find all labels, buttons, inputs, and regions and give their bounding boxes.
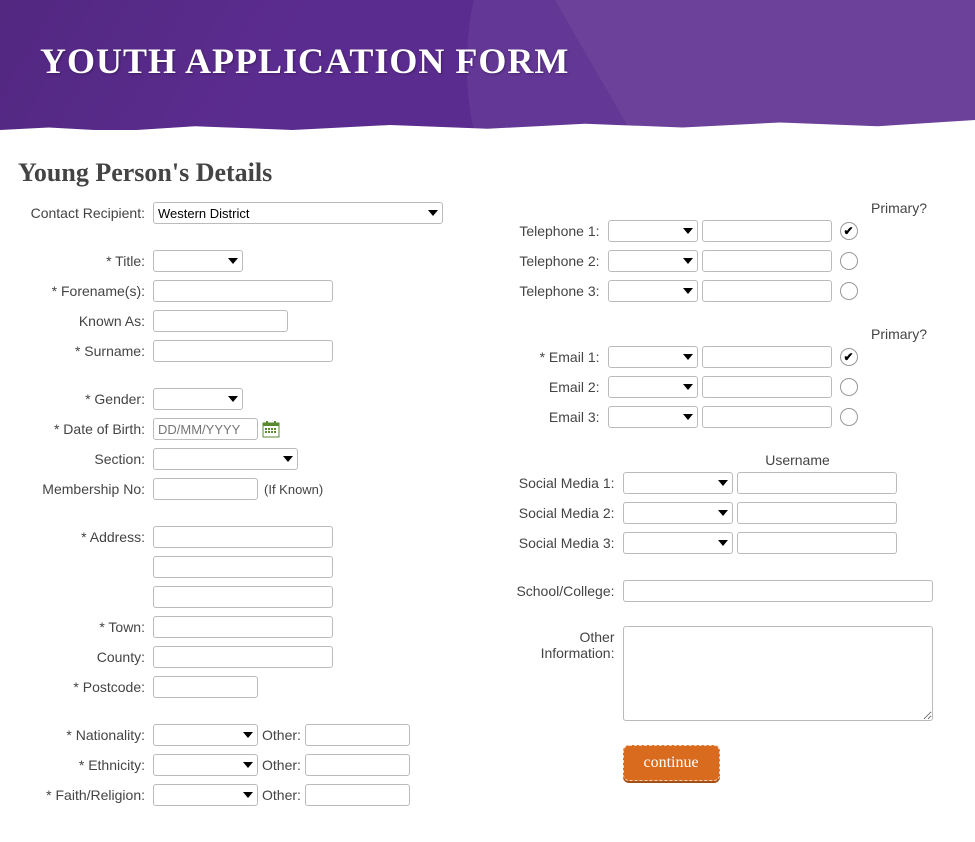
- ethnicity-label: * Ethnicity:: [18, 757, 153, 773]
- tel2-label: Telephone 2:: [508, 253, 608, 269]
- tel2-input[interactable]: [702, 250, 832, 272]
- section-title: Young Person's Details: [18, 158, 975, 188]
- left-column: Contact Recipient: Western District * Ti…: [18, 200, 468, 812]
- contact-recipient-select[interactable]: Western District: [153, 202, 443, 224]
- continue-button[interactable]: continue: [623, 745, 720, 781]
- section-label: Section:: [18, 451, 153, 467]
- county-input[interactable]: [153, 646, 333, 668]
- dob-label: * Date of Birth:: [18, 421, 153, 437]
- email1-input[interactable]: [702, 346, 832, 368]
- tel1-type-select[interactable]: [608, 220, 698, 242]
- surname-label: * Surname:: [18, 343, 153, 359]
- town-input[interactable]: [153, 616, 333, 638]
- sm2-input[interactable]: [737, 502, 897, 524]
- faith-select[interactable]: [153, 784, 258, 806]
- tel3-label: Telephone 3:: [508, 283, 608, 299]
- title-label: * Title:: [18, 253, 153, 269]
- sm2-label: Social Media 2:: [508, 505, 623, 521]
- membership-label: Membership No:: [18, 481, 153, 497]
- postcode-label: * Postcode:: [18, 679, 153, 695]
- email3-primary-radio[interactable]: [840, 408, 858, 426]
- known-as-input[interactable]: [153, 310, 288, 332]
- faith-other-label: Other:: [262, 787, 301, 803]
- sm3-label: Social Media 3:: [508, 535, 623, 551]
- sm1-label: Social Media 1:: [508, 475, 623, 491]
- tel1-primary-radio[interactable]: [840, 222, 858, 240]
- username-header: Username: [718, 452, 878, 468]
- nationality-other-input[interactable]: [305, 724, 410, 746]
- county-label: County:: [18, 649, 153, 665]
- forenames-label: * Forename(s):: [18, 283, 153, 299]
- form-body: Contact Recipient: Western District * Ti…: [0, 200, 975, 842]
- ethnicity-select[interactable]: [153, 754, 258, 776]
- ethnicity-other-input[interactable]: [305, 754, 410, 776]
- address-line2-input[interactable]: [153, 556, 333, 578]
- sm1-type-select[interactable]: [623, 472, 733, 494]
- email1-label: * Email 1:: [508, 349, 608, 365]
- tel3-primary-radio[interactable]: [840, 282, 858, 300]
- email1-primary-radio[interactable]: [840, 348, 858, 366]
- gender-select[interactable]: [153, 388, 243, 410]
- town-label: * Town:: [18, 619, 153, 635]
- sm1-input[interactable]: [737, 472, 897, 494]
- email2-label: Email 2:: [508, 379, 608, 395]
- faith-label: * Faith/Religion:: [18, 787, 153, 803]
- section-select[interactable]: [153, 448, 298, 470]
- contact-recipient-row: Contact Recipient: Western District: [18, 200, 468, 226]
- membership-input[interactable]: [153, 478, 258, 500]
- email2-type-select[interactable]: [608, 376, 698, 398]
- email-primary-header: Primary?: [508, 326, 958, 342]
- title-select[interactable]: [153, 250, 243, 272]
- tel3-type-select[interactable]: [608, 280, 698, 302]
- calendar-icon[interactable]: [262, 420, 280, 438]
- telephone-primary-header: Primary?: [508, 200, 958, 216]
- tel3-input[interactable]: [702, 280, 832, 302]
- address-line3-input[interactable]: [153, 586, 333, 608]
- email2-input[interactable]: [702, 376, 832, 398]
- postcode-input[interactable]: [153, 676, 258, 698]
- tel2-primary-radio[interactable]: [840, 252, 858, 270]
- forenames-input[interactable]: [153, 280, 333, 302]
- known-as-label: Known As:: [18, 313, 153, 329]
- email3-label: Email 3:: [508, 409, 608, 425]
- email2-primary-radio[interactable]: [840, 378, 858, 396]
- address-label: * Address:: [18, 529, 153, 545]
- other-info-label: Other Information:: [508, 626, 623, 661]
- gender-label: * Gender:: [18, 391, 153, 407]
- ethnicity-other-label: Other:: [262, 757, 301, 773]
- email3-input[interactable]: [702, 406, 832, 428]
- contact-recipient-label: Contact Recipient:: [18, 205, 153, 221]
- school-label: School/College:: [508, 583, 623, 599]
- membership-hint: (If Known): [264, 482, 323, 497]
- nationality-select[interactable]: [153, 724, 258, 746]
- nationality-other-label: Other:: [262, 727, 301, 743]
- other-info-textarea[interactable]: [623, 626, 933, 721]
- tel2-type-select[interactable]: [608, 250, 698, 272]
- tel1-input[interactable]: [702, 220, 832, 242]
- page-title: YOUTH APPLICATION FORM: [40, 40, 935, 82]
- tel1-label: Telephone 1:: [508, 223, 608, 239]
- sm3-input[interactable]: [737, 532, 897, 554]
- page-header: YOUTH APPLICATION FORM: [0, 0, 975, 130]
- right-column: Primary? Telephone 1: Telephone 2: Telep…: [508, 200, 958, 812]
- dob-input[interactable]: [153, 418, 258, 440]
- email1-type-select[interactable]: [608, 346, 698, 368]
- sm3-type-select[interactable]: [623, 532, 733, 554]
- email3-type-select[interactable]: [608, 406, 698, 428]
- nationality-label: * Nationality:: [18, 727, 153, 743]
- school-input[interactable]: [623, 580, 933, 602]
- sm2-type-select[interactable]: [623, 502, 733, 524]
- address-line1-input[interactable]: [153, 526, 333, 548]
- faith-other-input[interactable]: [305, 784, 410, 806]
- surname-input[interactable]: [153, 340, 333, 362]
